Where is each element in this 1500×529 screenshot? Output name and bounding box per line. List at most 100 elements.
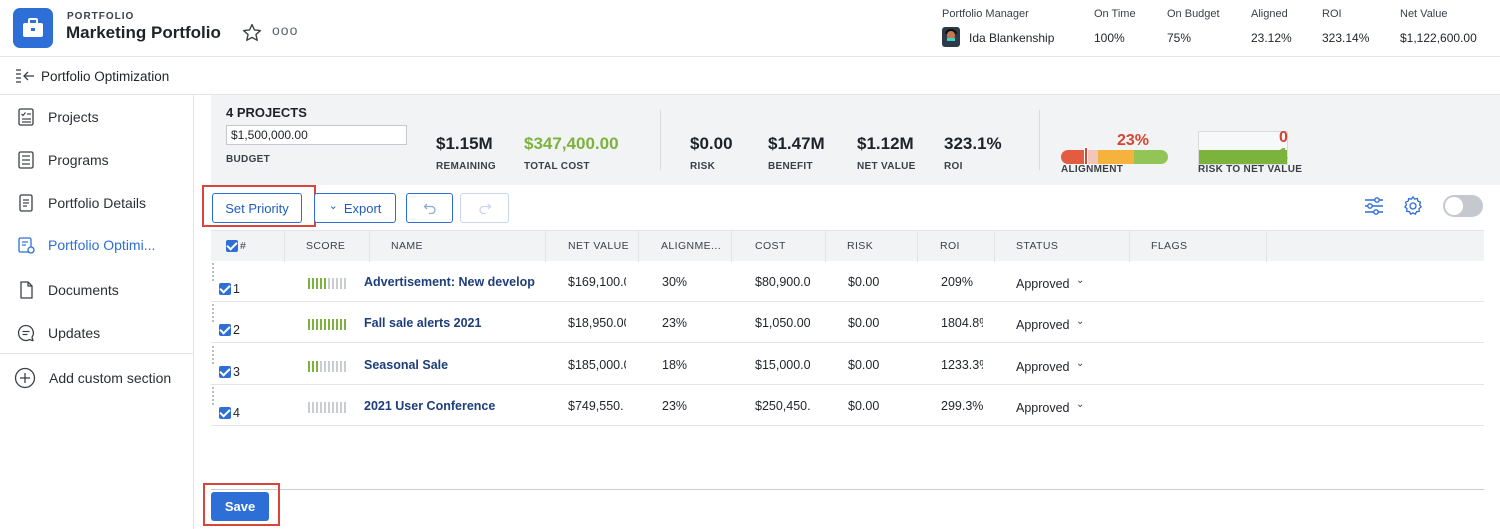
redo-button[interactable] — [460, 193, 509, 223]
column-name[interactable]: NAME — [391, 231, 423, 262]
sidebar: Projects Programs Portfolio Details Port… — [0, 95, 194, 529]
status-dropdown[interactable]: Approved — [1016, 401, 1070, 415]
column-roi[interactable]: ROI — [940, 231, 960, 262]
score-tick — [320, 278, 322, 289]
sidebar-item-documents[interactable]: Documents — [0, 271, 194, 309]
table-row[interactable]: 3 Seasonal Sale $185,000.0 18% $15,000.0… — [211, 344, 1484, 385]
table-row[interactable]: 4 2021 User Conference $749,550. 23% $25… — [211, 385, 1484, 426]
column-score[interactable]: SCORE — [306, 231, 345, 262]
more-options-icon[interactable]: ooo — [272, 22, 298, 38]
column-risk[interactable]: RISK — [847, 231, 873, 262]
score-tick — [332, 319, 334, 330]
score-tick — [344, 278, 346, 289]
score-tick — [312, 319, 314, 330]
chevron-down-icon[interactable]: ⌄ — [1076, 316, 1084, 327]
column-net-value[interactable]: NET VALUE — [568, 231, 629, 262]
score-tick — [320, 361, 322, 372]
score-tick — [320, 319, 322, 330]
status-dropdown[interactable]: Approved — [1016, 360, 1070, 374]
sidebar-item-projects[interactable]: Projects — [0, 98, 194, 136]
remaining-label: REMAINING — [436, 161, 496, 172]
project-name-link[interactable]: Advertisement: New developm — [364, 275, 535, 289]
meta-label-on-time: On Time — [1094, 8, 1136, 20]
filter-sliders-icon[interactable] — [1363, 195, 1385, 217]
column-alignment[interactable]: ALIGNME... — [661, 231, 721, 262]
alignment-cell: 23% — [662, 316, 688, 330]
sidebar-item-label: Updates — [48, 325, 101, 341]
alignment-gauge — [1061, 150, 1168, 164]
view-toggle[interactable] — [1443, 195, 1483, 217]
updates-icon — [17, 324, 34, 342]
drag-handle[interactable] — [212, 263, 214, 281]
net-value-cell: $169,100.0 — [568, 275, 626, 289]
drag-handle[interactable] — [212, 346, 214, 364]
roi-cell: 1804.8% — [941, 316, 983, 330]
risk-to-net-value-label: RISK TO NET VALUE — [1198, 164, 1303, 175]
briefcase-icon[interactable] — [13, 8, 53, 48]
score-tick — [332, 402, 334, 413]
top-header: PORTFOLIO Marketing Portfolio ooo Portfo… — [0, 0, 1500, 57]
sidebar-item-portfolio-optimization[interactable]: Portfolio Optimi... — [0, 226, 194, 264]
score-tick — [320, 402, 322, 413]
roi-cell: 299.3% — [941, 399, 983, 413]
row-number: 1 — [233, 282, 240, 296]
table-row[interactable]: 2 Fall sale alerts 2021 $18,950.00 23% $… — [211, 302, 1484, 343]
budget-input[interactable] — [226, 125, 407, 145]
cost-cell: $1,050.00 — [755, 316, 811, 330]
column-status[interactable]: STATUS — [1016, 231, 1058, 262]
drag-handle[interactable] — [212, 304, 214, 322]
row-number: 3 — [233, 365, 240, 379]
status-dropdown[interactable]: Approved — [1016, 277, 1070, 291]
meta-value-aligned: 23.12% — [1251, 31, 1292, 45]
summary-divider — [1039, 110, 1040, 170]
meta-value-manager[interactable]: Ida Blankenship — [969, 31, 1054, 45]
score-tick — [312, 278, 314, 289]
row-checkbox[interactable] — [219, 283, 231, 295]
row-checkbox[interactable] — [219, 366, 231, 378]
page-title: Marketing Portfolio — [66, 23, 221, 42]
score-tick — [316, 402, 318, 413]
sidebar-item-programs[interactable]: Programs — [0, 141, 194, 179]
status-dropdown[interactable]: Approved — [1016, 318, 1070, 332]
project-name-link[interactable]: Fall sale alerts 2021 — [364, 316, 535, 330]
risk-label: RISK — [690, 161, 716, 172]
projects-count: 4 PROJECTS — [226, 105, 307, 120]
sidebar-item-portfolio-details[interactable]: Portfolio Details — [0, 184, 194, 222]
chevron-down-icon[interactable]: ⌄ — [1076, 399, 1084, 410]
score-bars — [308, 361, 346, 372]
alignment-cell: 23% — [662, 399, 688, 413]
sub-header — [0, 57, 1500, 95]
row-checkbox[interactable] — [219, 324, 231, 336]
add-custom-section-button[interactable]: Add custom section — [0, 359, 194, 397]
select-all-checkbox[interactable] — [226, 240, 238, 252]
roi-label: ROI — [944, 161, 963, 172]
row-number: 2 — [233, 323, 240, 337]
risk-value: $0.00 — [690, 134, 733, 153]
project-name-link[interactable]: Seasonal Sale — [364, 358, 535, 372]
gear-icon[interactable] — [1402, 195, 1424, 217]
column-cost[interactable]: COST — [755, 231, 786, 262]
column-number[interactable]: # — [240, 231, 246, 262]
meta-value-roi: 323.14% — [1322, 31, 1370, 45]
sidebar-item-updates[interactable]: Updates — [0, 314, 194, 352]
chevron-down-icon[interactable]: ⌄ — [1076, 358, 1084, 369]
star-icon[interactable] — [241, 22, 263, 44]
drag-handle[interactable] — [212, 387, 214, 405]
undo-button[interactable] — [406, 193, 453, 223]
table-row[interactable]: 1 Advertisement: New developm $169,100.0… — [211, 261, 1484, 302]
set-priority-highlight — [202, 185, 316, 227]
score-tick — [308, 361, 310, 372]
collapse-sidebar-icon[interactable] — [15, 68, 35, 84]
risk-cell: $0.00 — [848, 316, 880, 330]
sidebar-item-label: Portfolio Details — [48, 195, 147, 211]
cost-cell: $15,000.0 — [755, 358, 811, 372]
column-flags[interactable]: FLAGS — [1151, 231, 1187, 262]
roi-cell: 209% — [941, 275, 973, 289]
projects-icon — [18, 108, 34, 126]
summary-divider — [660, 110, 661, 170]
export-button[interactable]: ⌄ Export — [314, 193, 396, 223]
project-name-link[interactable]: 2021 User Conference — [364, 399, 535, 413]
chevron-down-icon[interactable]: ⌄ — [1076, 275, 1084, 286]
optimization-icon — [18, 237, 35, 254]
row-checkbox[interactable] — [219, 407, 231, 419]
